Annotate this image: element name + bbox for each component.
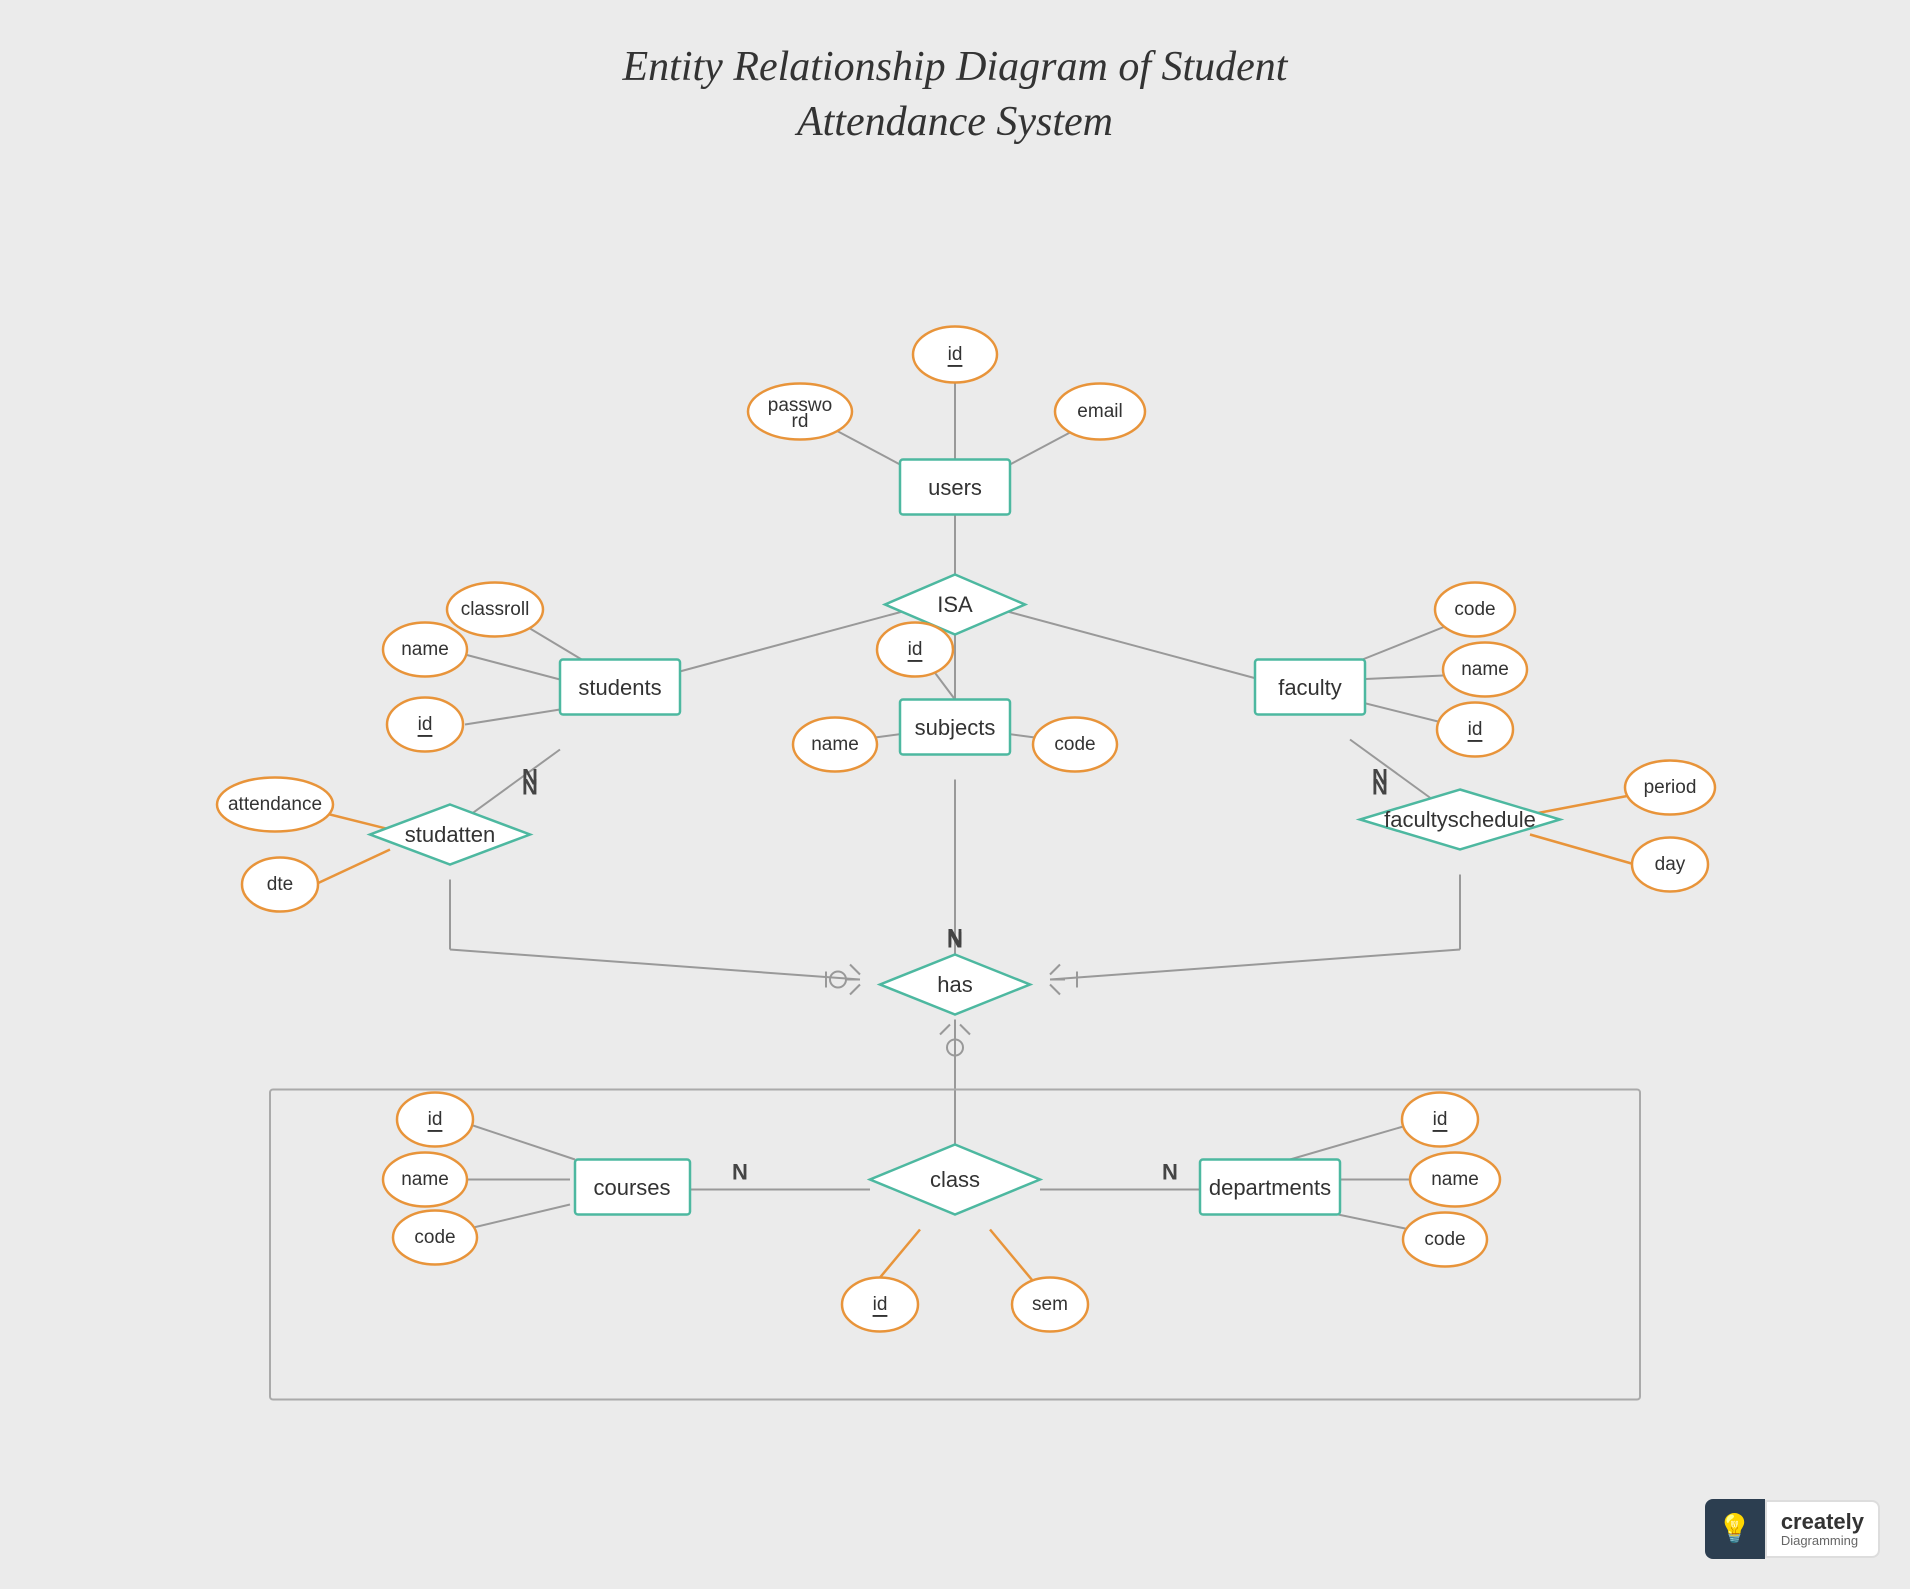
creately-main-text: creately (1781, 1510, 1864, 1534)
diagram-area: users ISA students faculty subjects stud… (80, 160, 1830, 1529)
attr-class-id-label: id (873, 1294, 888, 1315)
attr-fschedule-day-label: day (1655, 854, 1686, 875)
attr-users-id-label: id (948, 344, 963, 365)
attr-faculty-name-label: name (1461, 659, 1509, 680)
diagram-title: Entity Relationship Diagram of Student A… (0, 0, 1910, 149)
attr-studatten-dte-label: dte (267, 874, 293, 895)
entity-students-label: students (578, 675, 661, 700)
creately-bulb-icon: 💡 (1705, 1499, 1765, 1559)
attr-subjects-id-label: id (908, 639, 923, 660)
attr-studatten-attendance-label: attendance (228, 794, 322, 815)
attr-users-password-d: rd (792, 411, 809, 432)
mult-departments-N: N (1162, 1160, 1178, 1185)
attr-students-classroll-label: classroll (461, 599, 530, 620)
main-container: Entity Relationship Diagram of Student A… (0, 0, 1910, 1589)
bulb-emoji: 💡 (1717, 1512, 1752, 1546)
title-line2: Attendance System (797, 99, 1113, 145)
attr-departments-id-label: id (1433, 1109, 1448, 1130)
attr-courses-code-label: code (414, 1227, 455, 1248)
rel-facultyschedule-label: facultyschedule (1384, 807, 1536, 832)
rel-isa-label: ISA (937, 592, 973, 617)
rel-studatten-label: studatten (405, 822, 496, 847)
mult-N-students: N (522, 765, 538, 790)
attr-users-email-label: email (1077, 401, 1122, 422)
rel-has-label: has (937, 972, 972, 997)
entity-subjects-label: subjects (915, 715, 996, 740)
title-line1: Entity Relationship Diagram of Student (623, 44, 1288, 90)
er-diagram: users ISA students faculty subjects stud… (80, 160, 1830, 1529)
entity-courses-label: courses (593, 1175, 670, 1200)
attr-fschedule-period-label: period (1644, 777, 1697, 798)
entity-departments-label: departments (1209, 1175, 1331, 1200)
creately-text-box: creately Diagramming (1765, 1500, 1880, 1558)
attr-departments-code-label: code (1424, 1229, 1465, 1250)
mult-N-subjects: N (947, 928, 963, 953)
entity-users-label: users (928, 475, 982, 500)
attr-students-id-label: id (418, 714, 433, 735)
creately-sub-text: Diagramming (1781, 1534, 1864, 1548)
creately-logo: 💡 creately Diagramming (1705, 1499, 1880, 1559)
attr-courses-name-label: name (401, 1169, 449, 1190)
attr-subjects-name-label: name (811, 734, 859, 755)
entity-faculty-label: faculty (1278, 675, 1342, 700)
attr-subjects-code-label: code (1054, 734, 1095, 755)
attr-class-sem-label: sem (1032, 1294, 1068, 1315)
attr-courses-id-label: id (428, 1109, 443, 1130)
attr-faculty-code-label: code (1454, 599, 1495, 620)
attr-departments-name-label: name (1431, 1169, 1479, 1190)
mult-N-faculty: N (1372, 765, 1388, 790)
entity-class-label: class (930, 1167, 980, 1192)
attr-students-name-label: name (401, 639, 449, 660)
attr-faculty-id-label: id (1468, 719, 1483, 740)
mult-courses-N: N (732, 1160, 748, 1185)
